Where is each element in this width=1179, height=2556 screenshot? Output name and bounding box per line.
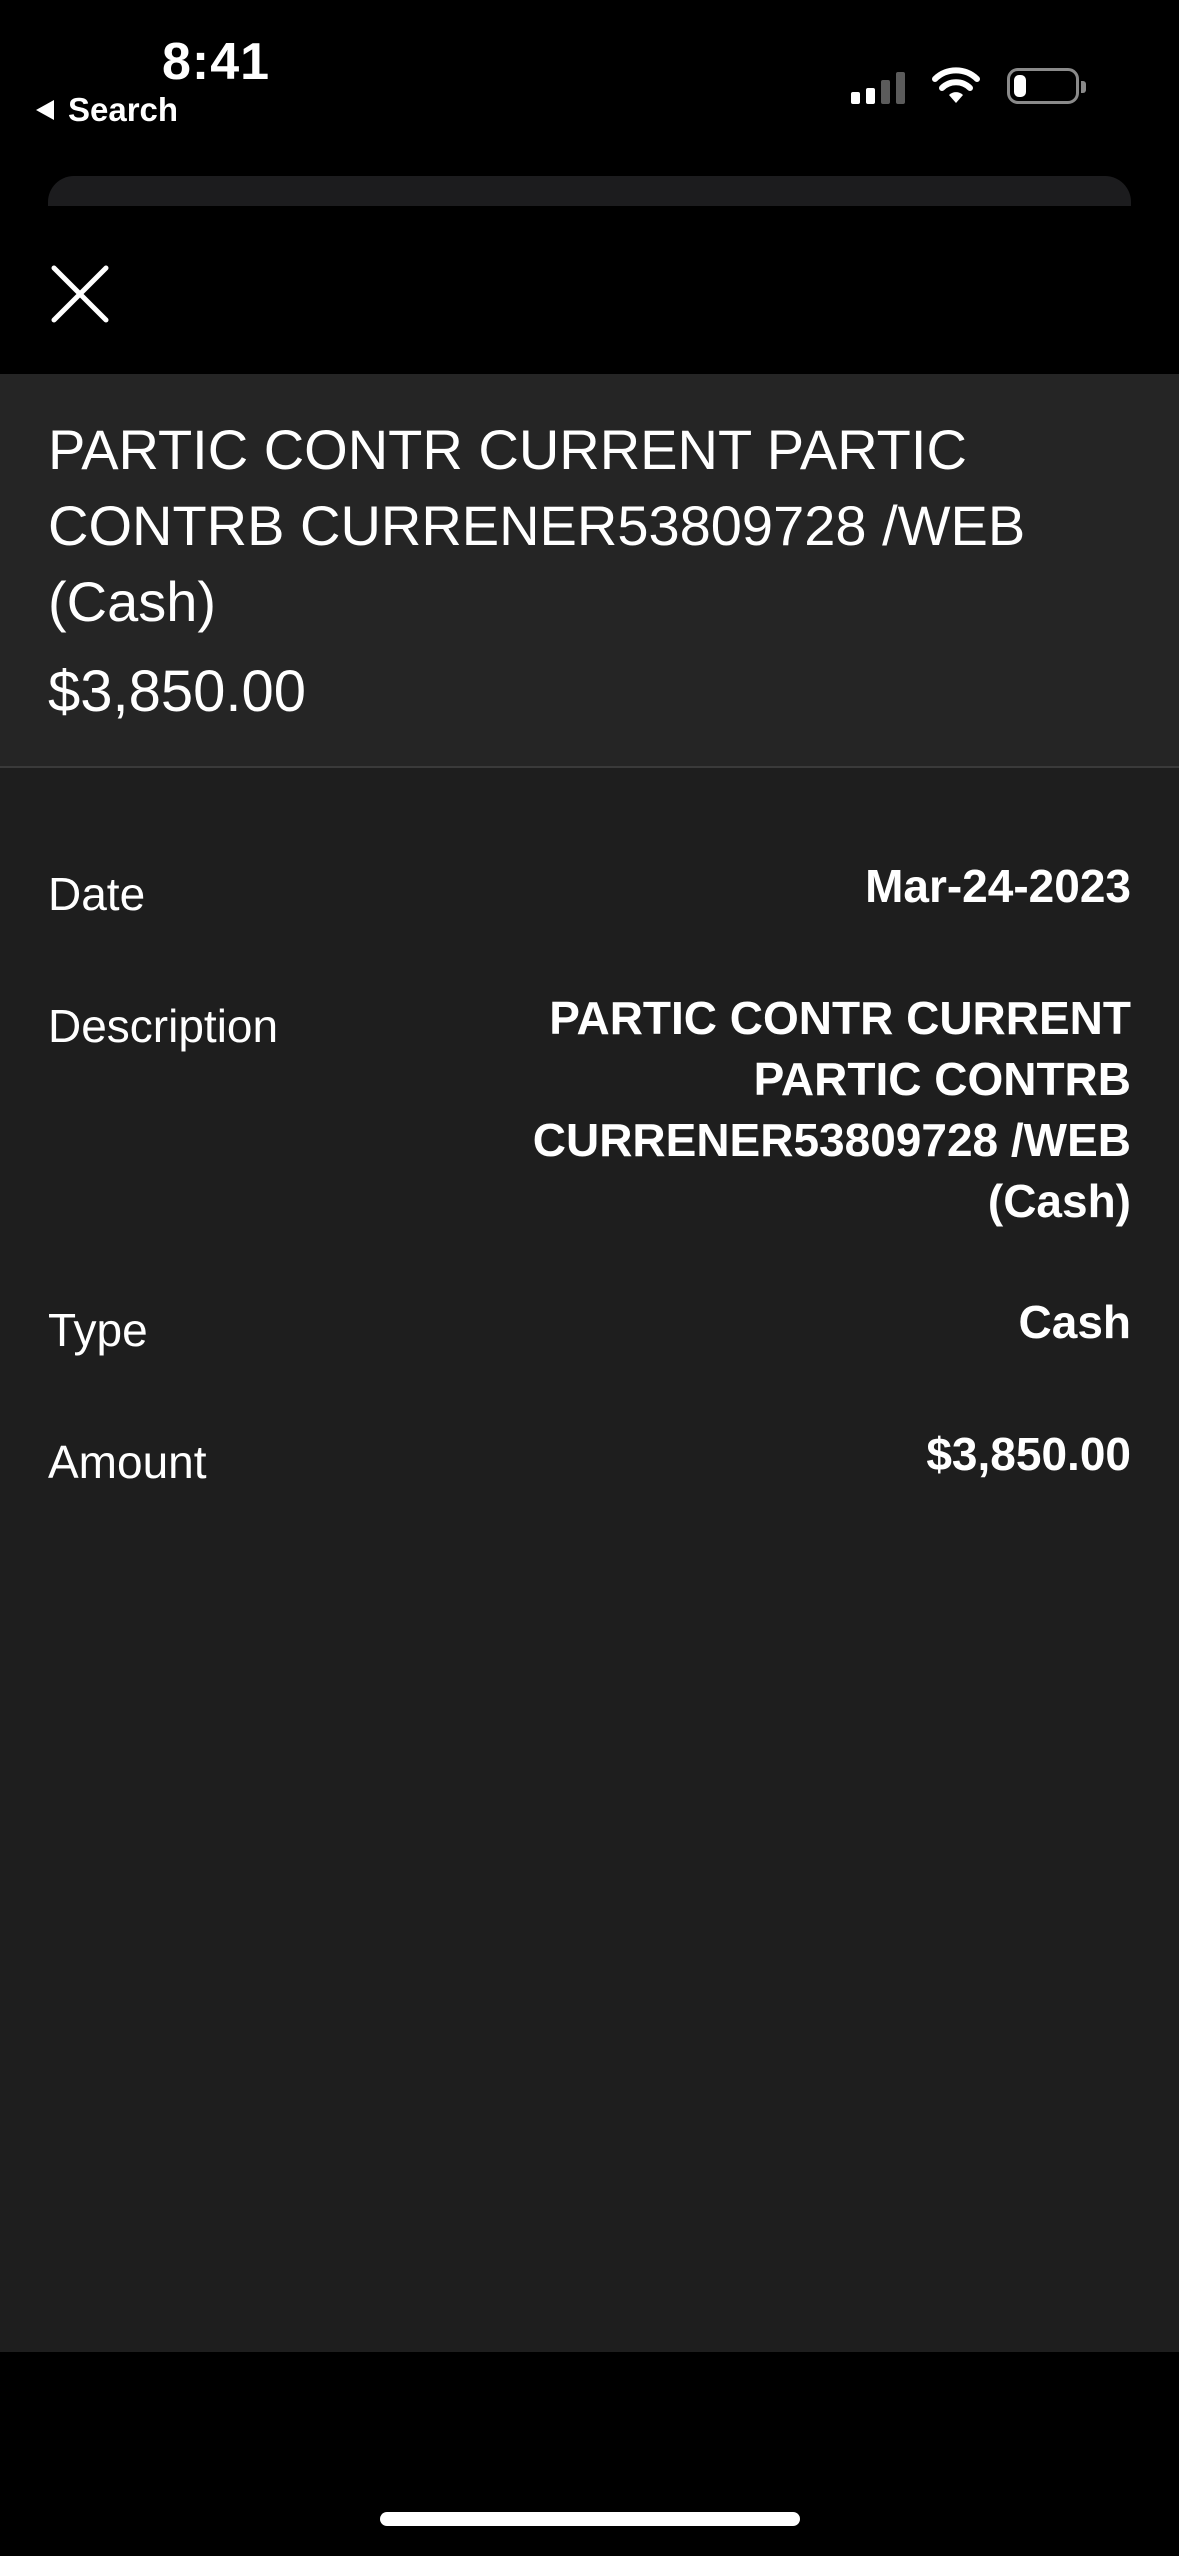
type-value: Cash <box>1018 1296 1131 1348</box>
back-to-search-link[interactable]: Search <box>36 88 178 132</box>
description-label: Description <box>48 1000 279 1052</box>
transaction-summary: PARTIC CONTR CURRENT PARTIC CONTRB CURRE… <box>0 374 1179 768</box>
battery-icon <box>1007 68 1086 104</box>
close-button[interactable] <box>44 258 116 330</box>
modal-header <box>0 206 1179 374</box>
transaction-amount: $3,850.00 <box>48 659 307 724</box>
wifi-icon <box>932 67 980 103</box>
battery-level <box>1014 75 1026 97</box>
date-value: Mar-24-2023 <box>865 860 1131 912</box>
home-indicator[interactable] <box>380 2512 800 2526</box>
status-time: 8:41 <box>162 33 271 91</box>
amount-label: Amount <box>48 1436 207 1488</box>
back-label: Search <box>68 91 179 128</box>
status-icons <box>851 60 1086 112</box>
back-arrow-icon <box>36 100 54 120</box>
transaction-title: PARTIC CONTR CURRENT PARTIC CONTRB CURRE… <box>48 418 1026 633</box>
description-value: PARTIC CONTR CURRENT PARTIC CONTRB CURRE… <box>532 992 1131 1227</box>
cellular-signal-icon <box>851 68 905 104</box>
amount-value: $3,850.00 <box>926 1428 1131 1480</box>
transaction-details: Date Mar-24-2023 Description PARTIC CONT… <box>0 768 1179 2352</box>
status-bar: 8:41 Search <box>0 0 1179 160</box>
type-label: Type <box>48 1304 148 1356</box>
close-icon <box>51 265 109 323</box>
date-label: Date <box>48 868 146 920</box>
